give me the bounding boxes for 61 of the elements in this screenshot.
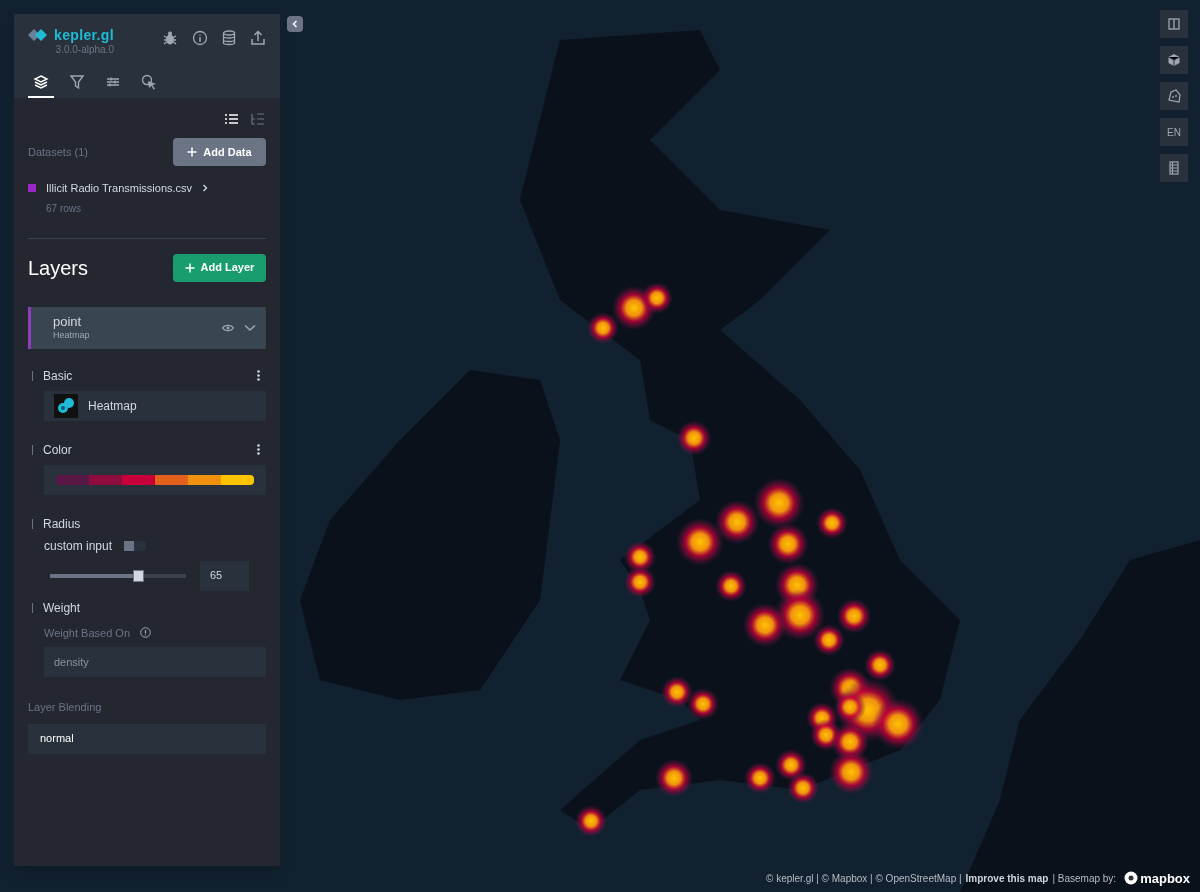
plus-icon xyxy=(187,147,198,157)
layer-type: Heatmap xyxy=(53,330,91,342)
list-icon xyxy=(224,112,239,126)
improve-map-link[interactable]: Improve this map xyxy=(965,870,1049,886)
chevron-down-icon[interactable] xyxy=(244,323,256,332)
mapbox-logo-icon xyxy=(1124,871,1139,886)
layer-name: point xyxy=(53,313,83,330)
layer-blending-label: Layer Blending xyxy=(28,700,103,715)
layer-type-select[interactable]: Heatmap xyxy=(44,390,266,421)
chevron-right-icon[interactable] xyxy=(202,184,209,193)
plus-icon xyxy=(184,262,195,273)
database-icon[interactable] xyxy=(222,30,236,46)
dataset-row-count: 67 rows xyxy=(46,201,82,216)
chevron-left-icon xyxy=(291,20,299,28)
layers-title: Layers xyxy=(28,255,89,281)
layer-panel-header[interactable]: point Heatmap xyxy=(28,306,266,349)
more-options-icon[interactable] xyxy=(257,444,260,455)
layers-icon xyxy=(33,74,49,90)
filter-icon xyxy=(69,74,85,90)
datasets-title: Datasets (1) xyxy=(28,144,88,160)
color-palette-select[interactable] xyxy=(44,464,266,495)
map-control-button[interactable] xyxy=(1160,154,1188,182)
cube-icon xyxy=(1167,53,1181,67)
map-control-button[interactable] xyxy=(1160,46,1188,74)
weight-field-select[interactable]: density xyxy=(44,647,266,677)
view-mode-button[interactable] xyxy=(224,112,240,126)
layer-type-label: Heatmap xyxy=(88,397,137,415)
logo-icon xyxy=(28,28,48,42)
split-map-icon xyxy=(1167,17,1181,31)
custom-input-label: custom input xyxy=(44,537,113,555)
section-title: Radius xyxy=(43,515,81,533)
collapse-sidebar-button[interactable] xyxy=(287,16,303,32)
heatmap-thumbnail-icon xyxy=(54,393,78,418)
weight-field-label: Weight Based On xyxy=(44,625,130,641)
section-title: Color xyxy=(43,441,72,459)
share-icon[interactable] xyxy=(250,30,266,46)
custom-input-toggle[interactable] xyxy=(124,540,147,551)
dataset-name[interactable]: Illicit Radio Transmissions.csv xyxy=(46,180,193,197)
mapbox-logo-text: mapbox xyxy=(1140,869,1190,888)
section-title: Basic xyxy=(43,367,73,385)
more-options-icon[interactable] xyxy=(257,370,260,381)
map-control-button[interactable] xyxy=(1160,82,1188,110)
basemap-text: | Basemap by: xyxy=(1052,871,1117,886)
eye-icon[interactable] xyxy=(222,323,234,332)
radius-value-input[interactable]: 65 xyxy=(200,560,249,591)
attribution-text: © kepler.gl | © Mapbox | © OpenStreetMap | xyxy=(766,871,962,886)
radius-slider-thumb[interactable] xyxy=(133,569,145,582)
map-control-button[interactable] xyxy=(1160,10,1188,38)
add-data-button[interactable]: Add Data xyxy=(173,138,266,166)
info-icon[interactable] xyxy=(140,627,151,639)
section-title: Weight xyxy=(43,599,81,617)
app-version: 3.0.0-alpha.0 xyxy=(55,45,114,55)
layer-blending-select[interactable]: normal xyxy=(28,723,266,754)
app-logo: kepler.gl xyxy=(54,28,114,42)
locale-button[interactable]: EN xyxy=(1160,118,1188,146)
tree-list-icon xyxy=(250,112,265,126)
legend-table-icon xyxy=(1167,161,1181,175)
polygon-draw-icon xyxy=(1167,89,1181,103)
info-icon[interactable] xyxy=(192,30,208,46)
bug-icon[interactable] xyxy=(162,30,178,46)
pointer-icon xyxy=(141,74,157,90)
